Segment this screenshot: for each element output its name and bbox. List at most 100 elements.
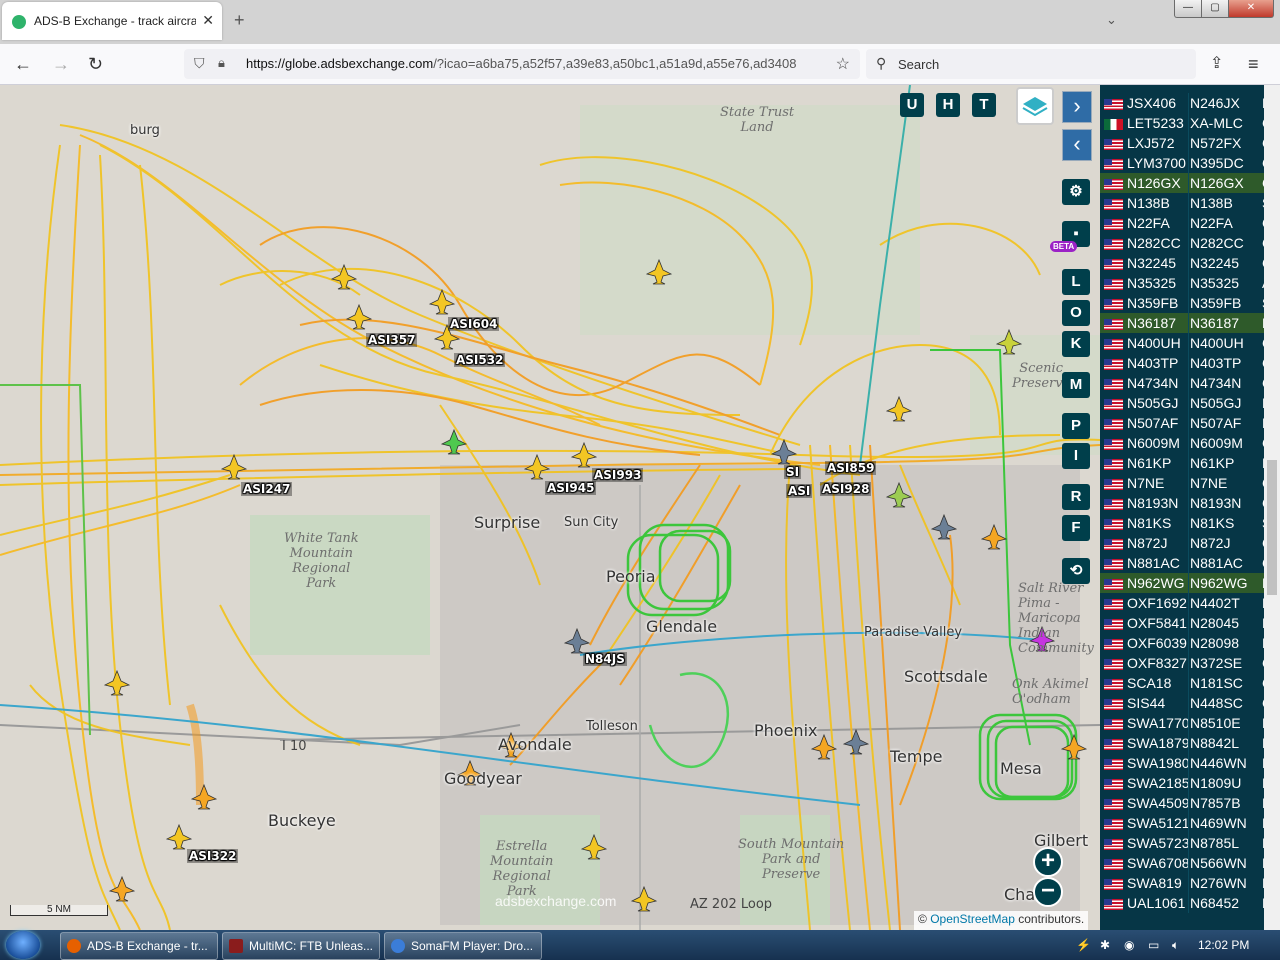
extensions-icon[interactable]: ⇪ [1210, 54, 1223, 74]
table-row[interactable]: LXJ572N572FXC [1100, 133, 1280, 153]
table-row[interactable]: N962WGN962WGF [1100, 573, 1280, 593]
zoom-in-button[interactable]: + [1033, 847, 1063, 877]
map-toggle-r-button[interactable]: R [1062, 484, 1090, 510]
table-row[interactable]: N505GJN505GJL [1100, 393, 1280, 413]
collapse-sidebar-button[interactable]: ‹ [1062, 129, 1092, 161]
tab-close-icon[interactable]: ✕ [202, 12, 214, 29]
labels-toggle-u-button[interactable]: U [900, 93, 924, 117]
tab-adsb-exchange[interactable]: ADS-B Exchange - track aircraft ✕ [2, 2, 222, 40]
minimize-button[interactable]: — [1174, 0, 1202, 18]
table-row[interactable]: SWA819N276WNE [1100, 873, 1280, 893]
map-toggle-k-button[interactable]: K [1062, 331, 1090, 357]
map-toggle-i-button[interactable]: I [1062, 443, 1090, 469]
table-row[interactable]: OXF1692N4402TP [1100, 593, 1280, 613]
aircraft-table[interactable]: JSX406N246JXELET5233XA-MLCCLXJ572N572FXC… [1100, 85, 1280, 930]
table-row[interactable]: OXF6039N28098P [1100, 633, 1280, 653]
hide-toggle-h-button[interactable]: H [936, 93, 960, 117]
table-row[interactable]: SCA18N181SCC [1100, 673, 1280, 693]
aircraft-label[interactable]: ASI247 [241, 482, 293, 496]
table-row[interactable]: N6009MN6009MC [1100, 433, 1280, 453]
back-arrow-icon[interactable]: ← [14, 54, 32, 74]
map-toggle-f-button[interactable]: F [1062, 515, 1090, 541]
forward-arrow-icon[interactable]: → [52, 54, 70, 74]
maximize-button[interactable]: ▢ [1201, 0, 1229, 18]
table-row[interactable]: SWA5723N8785LE [1100, 833, 1280, 853]
bluetooth-icon[interactable]: ✱ [1100, 938, 1110, 952]
table-row[interactable]: LYM3700N395DCC [1100, 153, 1280, 173]
taskbar-item-firefox[interactable]: ADS-B Exchange - tr... [60, 932, 218, 960]
table-row[interactable]: N359FBN359FBS [1100, 293, 1280, 313]
bookmark-star-icon[interactable]: ☆ [836, 54, 850, 74]
table-row[interactable]: N400UHN400UHC [1100, 333, 1280, 353]
menu-hamburger-icon[interactable]: ≡ [1248, 54, 1259, 74]
network-icon[interactable]: ⚡ [1076, 938, 1091, 952]
security-icon[interactable]: ◉ [1124, 938, 1134, 952]
table-row[interactable]: SIS44N448SCC [1100, 693, 1280, 713]
table-scrollbar[interactable] [1264, 85, 1280, 930]
table-row[interactable]: N35325N35325A [1100, 273, 1280, 293]
url-bar[interactable]: ⛉ 🔒︎ https://globe.adsbexchange.com/?ica… [184, 49, 860, 79]
table-row[interactable]: N126GXN126GXC [1100, 173, 1280, 193]
table-row[interactable]: OXF5841N28045P [1100, 613, 1280, 633]
aircraft-label[interactable]: ASI604 [448, 317, 500, 331]
aircraft-label[interactable]: ASI928 [820, 482, 872, 496]
search-input[interactable]: Search [898, 57, 939, 72]
table-row[interactable]: N61KPN61KPP [1100, 453, 1280, 473]
search-bar[interactable]: ⚲ Search [866, 49, 1196, 79]
openstreetmap-link[interactable]: OpenStreetMap [930, 912, 1015, 926]
table-row[interactable]: N8193NN8193NC [1100, 493, 1280, 513]
clock[interactable]: 12:02 PM [1198, 938, 1249, 952]
table-row[interactable]: N403TPN403TPC [1100, 353, 1280, 373]
table-row[interactable]: SWA1770N8510EE [1100, 713, 1280, 733]
replay-icon[interactable]: ⟲ [1062, 558, 1090, 584]
table-row[interactable]: N7NEN7NEC [1100, 473, 1280, 493]
table-row[interactable]: N507AFN507AFF [1100, 413, 1280, 433]
table-row[interactable]: N881ACN881ACC [1100, 553, 1280, 573]
taskbar-item-chrome[interactable]: SomaFM Player: Dro... [384, 932, 542, 960]
zoom-out-button[interactable]: − [1033, 877, 1063, 907]
map-toggle-m-button[interactable]: M [1062, 372, 1090, 398]
aircraft-label[interactable]: ASI322 [187, 849, 239, 863]
table-row[interactable]: N22FAN22FAC [1100, 213, 1280, 233]
map-toggle-l-button[interactable]: L [1062, 269, 1090, 295]
table-row[interactable]: N81KSN81KSS [1100, 513, 1280, 533]
table-row[interactable]: SWA1980N446WNE [1100, 753, 1280, 773]
aircraft-label[interactable]: ASI532 [454, 353, 506, 367]
display-icon[interactable]: ▭ [1148, 938, 1159, 952]
map-view[interactable]: State Trust Land White Tank Mountain Reg… [0, 85, 1100, 930]
table-row[interactable]: SWA5121N469WNE [1100, 813, 1280, 833]
table-row[interactable]: N138BN138BS [1100, 193, 1280, 213]
taskbar-item-multimc[interactable]: MultiMC: FTB Unleas... [222, 932, 380, 960]
aircraft-label[interactable]: ASI357 [366, 333, 418, 347]
aircraft-label[interactable]: ASI [786, 484, 813, 498]
trails-toggle-t-button[interactable]: T [972, 93, 996, 117]
volume-icon[interactable]: 🔈︎ [1172, 938, 1179, 953]
table-row[interactable]: N282CCN282CCC [1100, 233, 1280, 253]
reload-icon[interactable]: ↻ [88, 54, 103, 74]
table-row[interactable]: SWA1879N8842LE [1100, 733, 1280, 753]
aircraft-label[interactable]: N84JS [583, 652, 627, 666]
table-row[interactable]: N4734NN4734NC [1100, 373, 1280, 393]
map-toggle-p-button[interactable]: P [1062, 413, 1090, 439]
map-toggle-o-button[interactable]: O [1062, 300, 1090, 326]
start-button-windows-icon[interactable] [6, 931, 40, 959]
aircraft-label[interactable]: SI [784, 465, 802, 479]
scrollbar-thumb[interactable] [1267, 460, 1277, 595]
settings-gear-icon[interactable]: ⚙ [1062, 179, 1090, 205]
table-row[interactable]: UAL1061N68452E [1100, 893, 1280, 913]
aircraft-label[interactable]: ASI945 [545, 481, 597, 495]
table-row[interactable]: LET5233XA-MLCC [1100, 113, 1280, 133]
tracking-protection-shield-icon[interactable]: ⛉ [194, 55, 205, 72]
aircraft-label[interactable]: ASI993 [592, 468, 644, 482]
table-row[interactable]: N36187N36187P [1100, 313, 1280, 333]
table-row[interactable]: JSX406N246JXE [1100, 93, 1280, 113]
layers-button[interactable] [1016, 87, 1054, 125]
close-window-button[interactable]: ✕ [1228, 0, 1274, 18]
table-row[interactable]: SWA2185N1809UE [1100, 773, 1280, 793]
table-row[interactable]: OXF8327N372SEC [1100, 653, 1280, 673]
aircraft-label[interactable]: ASI859 [825, 461, 877, 475]
table-row[interactable]: SWA6708N566WNE [1100, 853, 1280, 873]
new-tab-button[interactable]: + [234, 10, 245, 31]
lock-icon[interactable]: 🔒︎ [218, 55, 225, 71]
table-row[interactable]: N872JN872JC [1100, 533, 1280, 553]
